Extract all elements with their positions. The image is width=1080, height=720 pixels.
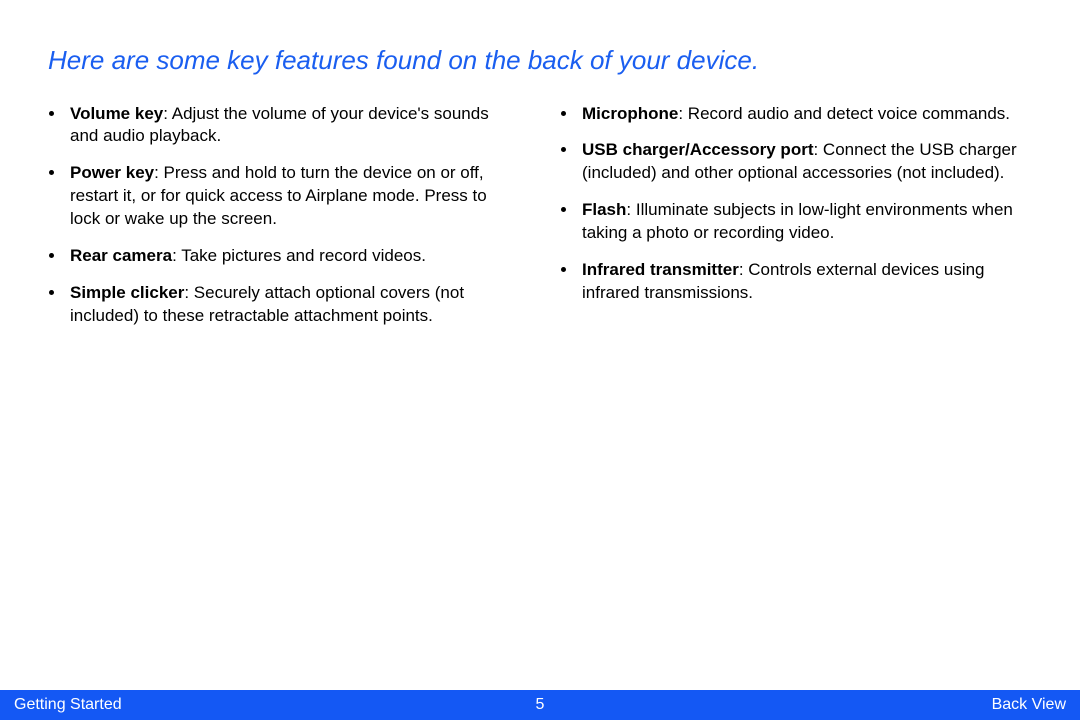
feature-desc: : Record audio and detect voice commands… <box>678 104 1010 123</box>
list-item: Power key: Press and hold to turn the de… <box>66 162 520 231</box>
right-column: Microphone: Record audio and detect voic… <box>560 103 1032 343</box>
feature-term: Power key <box>70 163 154 182</box>
list-item: Microphone: Record audio and detect voic… <box>578 103 1032 126</box>
left-column: Volume key: Adjust the volume of your de… <box>48 103 520 343</box>
feature-columns: Volume key: Adjust the volume of your de… <box>48 103 1032 343</box>
feature-term: Infrared transmitter <box>582 260 739 279</box>
list-item: Infrared transmitter: Controls external … <box>578 259 1032 305</box>
list-item: Volume key: Adjust the volume of your de… <box>66 103 520 149</box>
feature-term: Volume key <box>70 104 163 123</box>
feature-term: Microphone <box>582 104 678 123</box>
footer-section-title: Getting Started <box>14 696 122 714</box>
document-page: Here are some key features found on the … <box>0 0 1080 720</box>
feature-term: Flash <box>582 200 626 219</box>
content-area: Here are some key features found on the … <box>0 0 1080 342</box>
feature-term: Simple clicker <box>70 283 184 302</box>
feature-desc: : Take pictures and record videos. <box>172 246 426 265</box>
feature-term: Rear camera <box>70 246 172 265</box>
list-item: USB charger/Accessory port: Connect the … <box>578 139 1032 185</box>
feature-list-left: Volume key: Adjust the volume of your de… <box>48 103 520 329</box>
list-item: Simple clicker: Securely attach optional… <box>66 282 520 328</box>
list-item: Rear camera: Take pictures and record vi… <box>66 245 520 268</box>
feature-list-right: Microphone: Record audio and detect voic… <box>560 103 1032 306</box>
feature-term: USB charger/Accessory port <box>582 140 813 159</box>
page-footer: Getting Started 5 Back View <box>0 690 1080 720</box>
list-item: Flash: Illuminate subjects in low-light … <box>578 199 1032 245</box>
page-number: 5 <box>536 696 545 714</box>
footer-subsection-title: Back View <box>992 696 1066 714</box>
feature-desc: : Illuminate subjects in low-light envir… <box>582 200 1013 242</box>
page-heading: Here are some key features found on the … <box>48 44 1032 77</box>
